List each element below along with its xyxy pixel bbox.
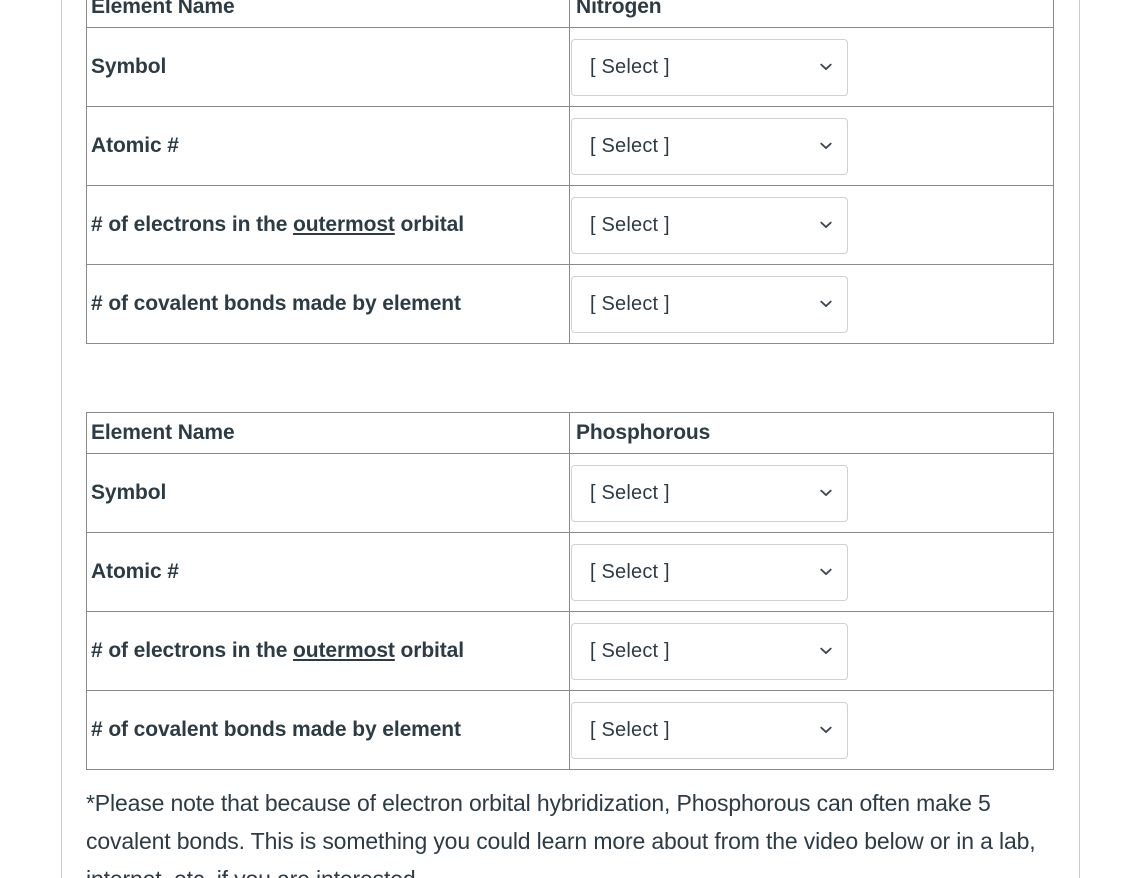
row-label: Symbol [91, 481, 167, 505]
element-name-value: Nitrogen [576, 0, 662, 19]
quiz-content: Element Name Nitrogen Symbol[ Select ] Atom… [86, 0, 1054, 878]
select-value: [ Select ] [590, 481, 670, 504]
answer-select-1-0[interactable]: [ Select ] [571, 464, 848, 522]
answer-select-0-3[interactable]: [ Select ] [571, 275, 848, 333]
element-name-value: Phosphorous [576, 421, 711, 445]
table-row: # of covalent bonds made by element [ Sel… [86, 690, 1054, 770]
page-canvas: Element Name Nitrogen Symbol[ Select ] Atom… [0, 0, 1141, 878]
select-wrapper: [ Select ] [570, 114, 1053, 179]
row-label: Atomic # [91, 134, 179, 158]
content-rail-right [1079, 0, 1080, 878]
chevron-down-icon [819, 486, 833, 500]
row-label-cell: # of electrons in the outermost orbital [86, 185, 570, 265]
element-name-label: Element Name [91, 0, 235, 19]
select-wrapper: [ Select ] [570, 540, 1053, 605]
row-label: Atomic # [91, 560, 179, 584]
select-wrapper: [ Select ] [570, 193, 1053, 258]
chevron-down-icon [819, 139, 833, 153]
answer-select-1-1[interactable]: [ Select ] [571, 543, 848, 601]
chevron-down-icon [819, 644, 833, 658]
table-row: Symbol [ Select ] [86, 453, 1054, 533]
emphasis-underline: outermost [293, 213, 395, 237]
row-answer-cell: [ Select ] [569, 264, 1054, 344]
row-answer-cell: [ Select ] [569, 690, 1054, 770]
chevron-down-icon [819, 60, 833, 74]
answer-select-1-2[interactable]: [ Select ] [571, 622, 848, 680]
chevron-down-icon [819, 297, 833, 311]
select-wrapper: [ Select ] [570, 461, 1053, 526]
table-header-row: Element Name Phosphorous [86, 412, 1054, 454]
select-value: [ Select ] [590, 560, 670, 583]
table-row: # of covalent bonds made by element [ Sel… [86, 264, 1054, 344]
element-name-label: Element Name [91, 421, 235, 445]
table-header-row: Element Name Nitrogen [86, 0, 1054, 28]
row-answer-cell: [ Select ] [569, 611, 1054, 691]
row-answer-cell: [ Select ] [569, 27, 1054, 107]
row-label: # of covalent bonds made by element [91, 292, 461, 316]
row-label-cell: Atomic # [86, 532, 570, 612]
select-value: [ Select ] [590, 639, 670, 662]
table-spacer [86, 344, 1053, 412]
select-value: [ Select ] [590, 213, 670, 236]
row-answer-cell: [ Select ] [569, 106, 1054, 186]
footnote-text: *Please note that because of electron or… [86, 784, 1053, 878]
answer-select-1-3[interactable]: [ Select ] [571, 701, 848, 759]
element-table-phosphorous: Element Name Phosphorous Symbol[ Select ] A… [86, 412, 1054, 770]
table-row: # of electrons in the outermost orbital [… [86, 185, 1054, 265]
select-value: [ Select ] [590, 134, 670, 157]
row-label-cell: Symbol [86, 453, 570, 533]
row-label: Symbol [91, 55, 167, 79]
select-value: [ Select ] [590, 55, 670, 78]
select-wrapper: [ Select ] [570, 698, 1053, 763]
chevron-down-icon [819, 565, 833, 579]
emphasis-underline: outermost [293, 639, 395, 663]
row-label-cell: Symbol [86, 27, 570, 107]
row-label-cell: # of electrons in the outermost orbital [86, 611, 570, 691]
chevron-down-icon [819, 218, 833, 232]
element-table-nitrogen: Element Name Nitrogen Symbol[ Select ] Atom… [86, 0, 1054, 344]
answer-select-0-2[interactable]: [ Select ] [571, 196, 848, 254]
footnote-line-1: *Please note that because of electron or… [86, 790, 972, 816]
header-label-cell: Element Name [86, 412, 570, 454]
select-wrapper: [ Select ] [570, 35, 1053, 100]
row-answer-cell: [ Select ] [569, 453, 1054, 533]
answer-select-0-0[interactable]: [ Select ] [571, 38, 848, 96]
chevron-down-icon [819, 723, 833, 737]
row-label-cell: # of covalent bonds made by element [86, 690, 570, 770]
select-value: [ Select ] [590, 292, 670, 315]
table-row: Atomic # [ Select ] [86, 532, 1054, 612]
header-value-cell: Phosphorous [569, 412, 1054, 454]
row-label-cell: # of covalent bonds made by element [86, 264, 570, 344]
table-row: Atomic # [ Select ] [86, 106, 1054, 186]
content-rail-left [61, 0, 62, 878]
row-answer-cell: [ Select ] [569, 185, 1054, 265]
select-wrapper: [ Select ] [570, 619, 1053, 684]
row-label: # of electrons in the outermost orbital [91, 213, 465, 237]
answer-select-0-1[interactable]: [ Select ] [571, 117, 848, 175]
header-value-cell: Nitrogen [569, 0, 1054, 28]
select-wrapper: [ Select ] [570, 272, 1053, 337]
row-label-cell: Atomic # [86, 106, 570, 186]
row-answer-cell: [ Select ] [569, 532, 1054, 612]
table-row: # of electrons in the outermost orbital [… [86, 611, 1054, 691]
row-label: # of covalent bonds made by element [91, 718, 461, 742]
header-label-cell: Element Name [86, 0, 570, 28]
select-value: [ Select ] [590, 718, 670, 741]
row-label: # of electrons in the outermost orbital [91, 639, 465, 663]
table-row: Symbol [ Select ] [86, 27, 1054, 107]
